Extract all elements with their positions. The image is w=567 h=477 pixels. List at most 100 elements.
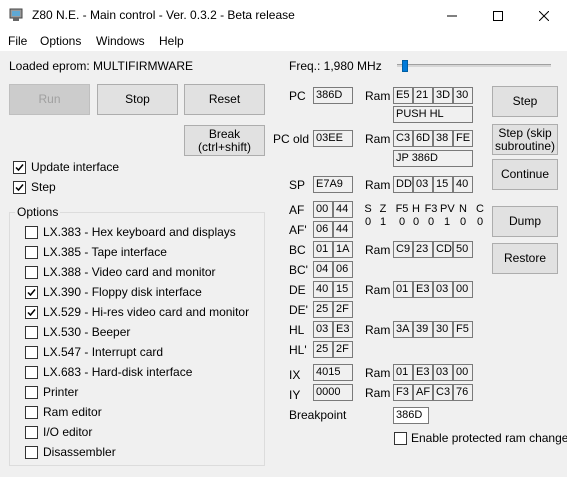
sp-value: E7A9 [313,176,353,193]
iy-value: 0000 [313,384,353,401]
pc-ram-byte: 30 [453,87,473,104]
option-checkbox[interactable] [25,406,38,419]
pc-old-ram-byte: 38 [433,130,453,147]
step-label: Step [31,180,56,194]
step-skip-label: Step (skip [498,125,552,140]
step-skip-subroutine-button[interactable]: Step (skip subroutine) [492,124,558,155]
close-button[interactable] [521,0,567,31]
af-label: AF [289,203,305,217]
menu-options[interactable]: Options [40,34,81,48]
option-checkbox[interactable] [25,446,38,459]
protected-ram-label: Enable protected ram change [411,431,567,445]
de-high: 40 [313,281,333,298]
flag-value-c: 0 [476,216,484,228]
run-button[interactable]: Run [9,84,90,115]
pc-old-label: PC old [273,132,310,146]
bc-ram-label: Ram [365,243,391,257]
de-ram-byte: 03 [433,281,453,298]
flag-value-n: 0 [459,216,467,228]
hl-ram-byte: 39 [413,321,433,338]
de-label: DE [289,283,306,297]
app-icon [9,8,23,22]
option-checkbox[interactable] [25,366,38,379]
iy-label: IY [289,388,301,402]
maximize-button[interactable] [475,0,521,31]
option-label: Printer [43,385,79,399]
option-checkbox[interactable] [25,306,38,319]
flag-name-pv: PV [440,203,455,215]
freq-slider-thumb[interactable] [402,60,408,72]
af-alt-high: 06 [313,221,333,238]
step-skip-hint: subroutine) [494,138,556,153]
ix-ram-byte: 03 [433,364,453,381]
flag-value-s: 0 [364,216,372,228]
freq-label: Freq.: 1,980 MHz [289,59,382,73]
option-checkbox[interactable] [25,426,38,439]
flag-value-h: 0 [412,216,420,228]
iy-ram-byte: 76 [453,384,473,401]
bc-alt-high: 04 [313,261,333,278]
de-ram-byte: E3 [413,281,433,298]
option-checkbox[interactable] [25,346,38,359]
option-checkbox[interactable] [25,226,38,239]
options-group-title: Options [15,205,61,219]
stop-button[interactable]: Stop [97,84,178,115]
update-interface-checkbox[interactable] [13,161,26,174]
pc-ram-byte: E5 [393,87,413,104]
freq-slider[interactable] [397,57,554,75]
iy-ram-byte: AF [413,384,433,401]
breakpoint-input[interactable]: 386D [393,407,429,424]
flag-value-z: 1 [379,216,387,228]
pc-disasm: PUSH HL [393,106,473,123]
af-low: 44 [333,201,353,218]
check-icon [15,164,24,172]
flag-name-f5: F5 [395,203,409,215]
minimize-button[interactable] [429,0,475,31]
iy-ram-byte: F3 [393,384,413,401]
pc-value: 386D [313,87,353,104]
option-label: LX.529 - Hi-res video card and monitor [43,305,250,319]
restore-button[interactable]: Restore [492,243,558,274]
de-alt-high: 25 [313,301,333,318]
update-interface-label: Update interface [31,160,120,174]
option-checkbox[interactable] [25,326,38,339]
pc-old-ram-byte: FE [453,130,473,147]
option-checkbox[interactable] [25,386,38,399]
bc-ram-byte: 50 [453,241,473,258]
hl-label: HL [289,323,305,337]
protected-ram-checkbox[interactable] [394,432,407,445]
option-label: LX.388 - Video card and monitor [43,265,216,279]
hl-ram-byte: 30 [433,321,453,338]
step-button[interactable]: Step [492,86,558,117]
sp-ram-byte: DD [393,176,413,193]
option-checkbox[interactable] [25,246,38,259]
hl-ram-label: Ram [365,323,391,337]
af-high: 00 [313,201,333,218]
bc-high: 01 [313,241,333,258]
menu-help[interactable]: Help [159,34,184,48]
menu-file[interactable]: File [8,34,27,48]
de-low: 15 [333,281,353,298]
freq-slider-track [397,64,551,67]
break-button-label: Break [208,126,241,141]
menu-windows[interactable]: Windows [96,34,145,48]
continue-button[interactable]: Continue [492,159,558,190]
hl-high: 03 [313,321,333,338]
option-label: LX.390 - Floppy disk interface [43,285,202,299]
option-checkbox[interactable] [25,286,38,299]
reset-button[interactable]: Reset [184,84,265,115]
pc-old-disasm: JP 386D [393,150,473,167]
ix-ram-label: Ram [365,366,391,380]
ix-ram-byte: 01 [393,364,413,381]
step-checkbox[interactable] [13,181,26,194]
window-title: Z80 N.E. - Main control - Ver. 0.3.2 - B… [32,8,295,22]
option-checkbox[interactable] [25,266,38,279]
break-button[interactable]: Break (ctrl+shift) [184,125,265,156]
dump-button[interactable]: Dump [492,206,558,237]
de-alt-label: DE' [289,303,308,317]
hl-alt-high: 25 [313,341,333,358]
sp-ram-byte: 03 [413,176,433,193]
sp-ram-byte: 40 [453,176,473,193]
flag-name-s: S [364,203,372,215]
flag-value-f3: 0 [427,216,435,228]
